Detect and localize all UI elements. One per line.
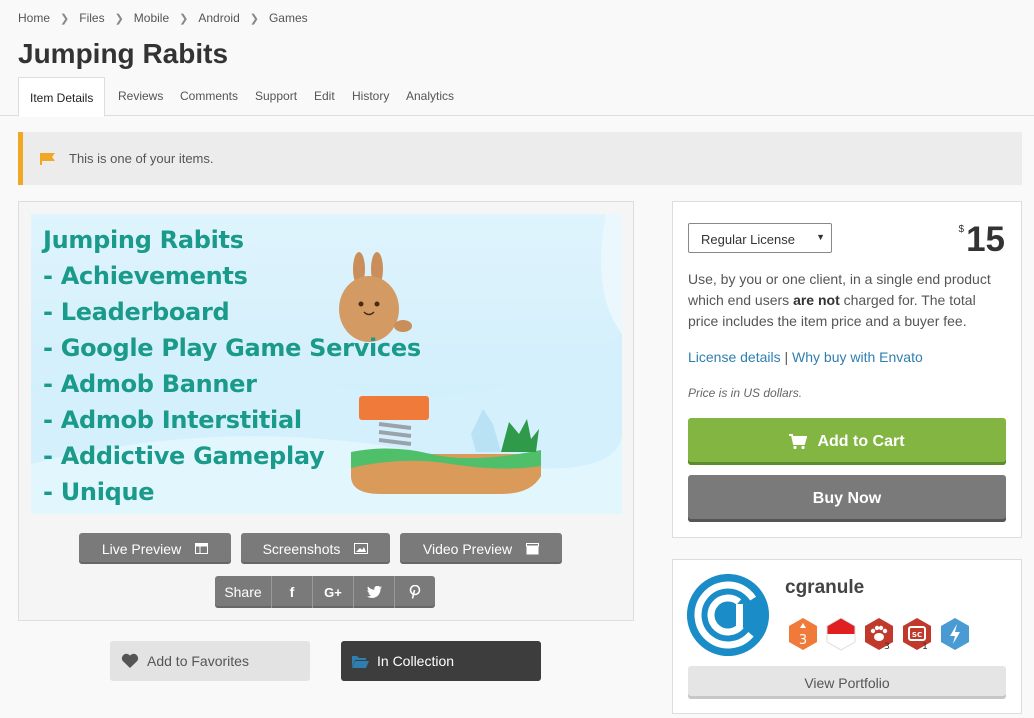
tab-reviews[interactable]: Reviews [118, 77, 163, 116]
breadcrumb: Home ❯ Files ❯ Mobile ❯ Android ❯ Games [18, 11, 308, 25]
screenshots-button[interactable]: Screenshots [241, 533, 390, 564]
in-collection-button[interactable]: In Collection [341, 641, 541, 681]
preview-image[interactable]: Jumping Rabits - Achievements - Leaderbo… [31, 214, 622, 514]
paw-badge-icon: 3 [865, 618, 893, 651]
sales-badge-icon: SC 1 [903, 618, 931, 651]
banner-line: - Google Play Game Services [43, 334, 421, 362]
author-panel: cgranule 3 3 SC 1 View Portfolio [672, 559, 1022, 714]
author-name[interactable]: cgranule [785, 577, 864, 599]
purchase-panel: Regular License ▼ $15 Use, by you or one… [672, 201, 1022, 538]
notice-text: This is one of your items. [69, 151, 214, 166]
page-title: Jumping Rabits [18, 38, 229, 69]
banner-line: - Unique [43, 478, 155, 506]
video-preview-label: Video Preview [422, 540, 513, 557]
banner-line: - Addictive Gameplay [43, 442, 325, 470]
heart-icon [121, 653, 139, 668]
description-emphasis: are not [793, 292, 840, 308]
lightning-badge-icon [941, 618, 969, 650]
tab-item-details[interactable]: Item Details [18, 77, 106, 117]
country-flag-badge-icon [826, 617, 856, 651]
rabbit-icon [339, 252, 412, 342]
tab-support[interactable]: Support [255, 77, 297, 116]
caret-down-icon: ▼ [816, 232, 825, 242]
price-value: 15 [966, 220, 1005, 259]
add-to-cart-button[interactable]: Add to Cart [688, 418, 1006, 465]
tab-history[interactable]: History [352, 77, 389, 116]
svg-text:SC: SC [912, 631, 922, 639]
folder-open-icon [352, 655, 369, 668]
breadcrumb-android[interactable]: Android [198, 11, 239, 25]
twitter-icon[interactable] [354, 576, 395, 608]
license-select[interactable]: Regular License ▼ [688, 223, 832, 253]
share-bar: Share f G+ [215, 576, 435, 608]
price-note: Price is in US dollars. [688, 386, 803, 400]
flag-icon [40, 152, 55, 165]
banner-line: - Leaderboard [43, 298, 230, 326]
breadcrumb-home[interactable]: Home [18, 11, 50, 25]
tab-comments[interactable]: Comments [180, 77, 238, 116]
badge-count: 3 [884, 642, 890, 651]
add-to-favorites-button[interactable]: Add to Favorites [110, 641, 310, 681]
author-avatar[interactable] [687, 574, 769, 656]
chevron-right-icon: ❯ [60, 12, 70, 25]
google-plus-icon[interactable]: G+ [313, 576, 354, 608]
tab-edit[interactable]: Edit [314, 77, 335, 116]
breadcrumb-games[interactable]: Games [269, 11, 308, 25]
add-to-cart-label: Add to Cart [817, 432, 905, 450]
live-preview-button[interactable]: Live Preview [79, 533, 231, 564]
banner-line: - Admob Banner [43, 370, 257, 398]
why-buy-link[interactable]: Why buy with Envato [792, 349, 923, 365]
video-preview-button[interactable]: Video Preview [400, 533, 562, 564]
chevron-right-icon: ❯ [179, 12, 189, 25]
license-details-link[interactable]: License details [688, 349, 781, 365]
own-item-notice: This is one of your items. [18, 132, 1022, 185]
price: $15 [959, 220, 1006, 260]
add-to-favorites-label: Add to Favorites [147, 653, 249, 669]
breadcrumb-mobile[interactable]: Mobile [134, 11, 169, 25]
view-portfolio-button[interactable]: View Portfolio [688, 666, 1006, 699]
item-preview: Jumping Rabits - Achievements - Leaderbo… [18, 201, 634, 621]
item-tabs: Item Details Reviews Comments Support Ed… [0, 77, 1034, 117]
author-badges: 3 3 SC 1 [787, 617, 971, 651]
chevron-right-icon: ❯ [249, 12, 259, 25]
banner-line: Jumping Rabits [43, 226, 244, 254]
chevron-right-icon: ❯ [114, 12, 124, 25]
image-icon [354, 543, 369, 554]
link-separator: | [784, 349, 789, 365]
live-preview-label: Live Preview [101, 540, 182, 557]
share-label: Share [215, 576, 272, 608]
banner-line: - Achievements [43, 262, 248, 290]
banner-line: - Admob Interstitial [43, 406, 302, 434]
facebook-icon[interactable]: f [272, 576, 313, 608]
pinterest-icon[interactable] [395, 576, 435, 608]
sales-level-badge-icon: 3 [789, 618, 817, 650]
tab-analytics[interactable]: Analytics [406, 77, 454, 116]
breadcrumb-files[interactable]: Files [79, 11, 104, 25]
license-description: Use, by you or one client, in a single e… [688, 269, 1008, 332]
badge-count: 1 [922, 642, 928, 651]
cart-icon [789, 433, 808, 449]
screenshots-label: Screenshots [262, 540, 341, 557]
badge-count: 3 [799, 633, 807, 648]
layout-icon [195, 543, 209, 554]
clapperboard-icon [526, 542, 540, 554]
license-select-value: Regular License [701, 232, 795, 247]
license-links: License details | Why buy with Envato [688, 349, 923, 365]
in-collection-label: In Collection [377, 653, 455, 669]
currency-symbol: $ [958, 224, 965, 235]
buy-now-button[interactable]: Buy Now [688, 475, 1006, 522]
